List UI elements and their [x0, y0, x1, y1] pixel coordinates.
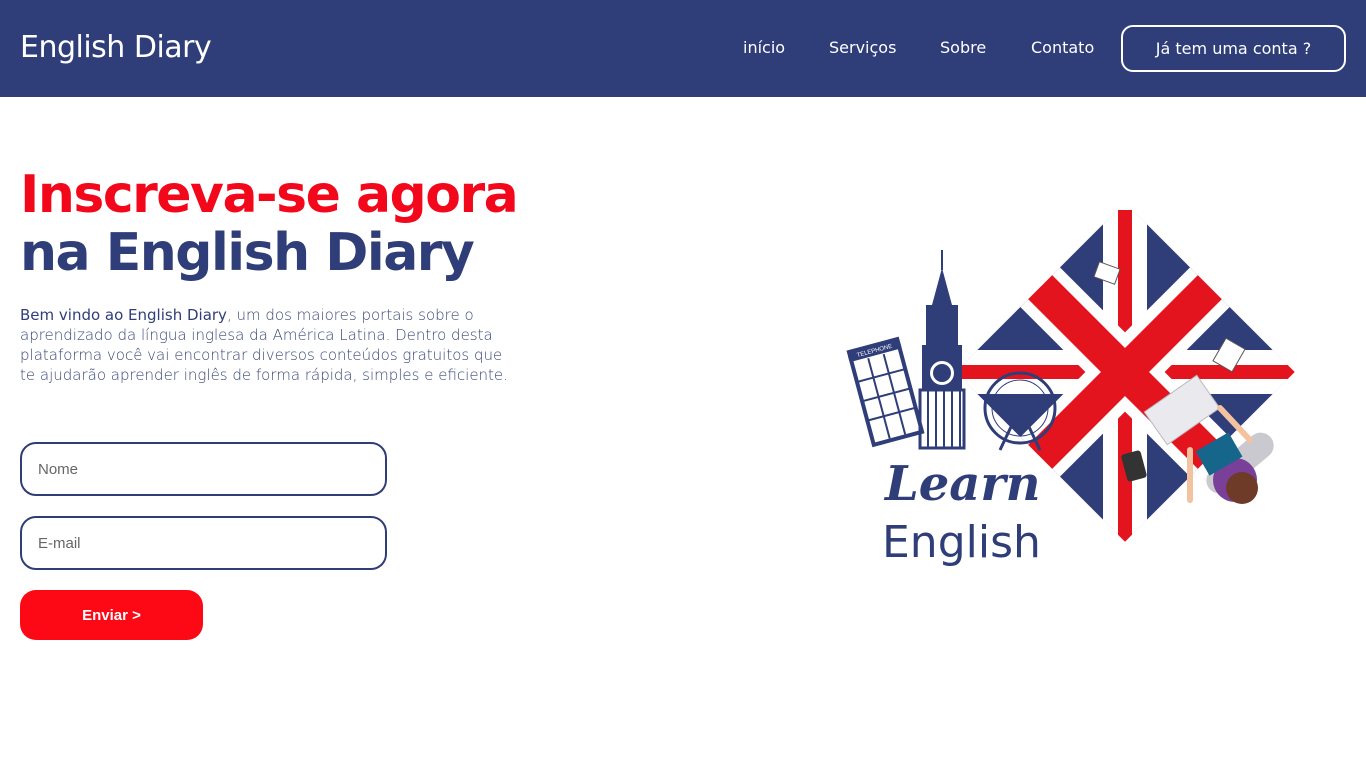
- login-button[interactable]: Já tem uma conta ?: [1121, 25, 1346, 72]
- nav-link-inicio[interactable]: início: [743, 38, 785, 57]
- telephone-booth-icon: TELEPHONE: [846, 336, 925, 448]
- hero-title-line1: Inscreva-se agora: [20, 165, 519, 225]
- submit-button[interactable]: Enviar >: [20, 590, 203, 640]
- top-navbar: English Diary início Serviços Sobre Cont…: [0, 0, 1366, 97]
- illustration-svg: TELEPHONE Learn English: [846, 202, 1295, 568]
- nav-link-contato[interactable]: Contato: [1031, 38, 1094, 57]
- hero-title: Inscreva-se agora na English Diary: [20, 165, 519, 283]
- brand-logo-text[interactable]: English Diary: [20, 30, 212, 65]
- name-input[interactable]: [20, 442, 387, 496]
- nav-link-sobre[interactable]: Sobre: [940, 38, 986, 57]
- email-input[interactable]: [20, 516, 387, 570]
- big-ben-icon: [918, 250, 966, 450]
- hero-title-line2: na English Diary: [20, 223, 475, 283]
- english-word: English: [882, 517, 1041, 568]
- intro-lead: Bem vindo ao English Diary: [20, 306, 227, 324]
- nav-link-servicos[interactable]: Serviços: [829, 38, 896, 57]
- learn-word: Learn: [883, 456, 1041, 512]
- intro-paragraph: Bem vindo ao English Diary, um dos maior…: [20, 305, 510, 385]
- learn-english-illustration: TELEPHONE Learn English: [840, 202, 1300, 580]
